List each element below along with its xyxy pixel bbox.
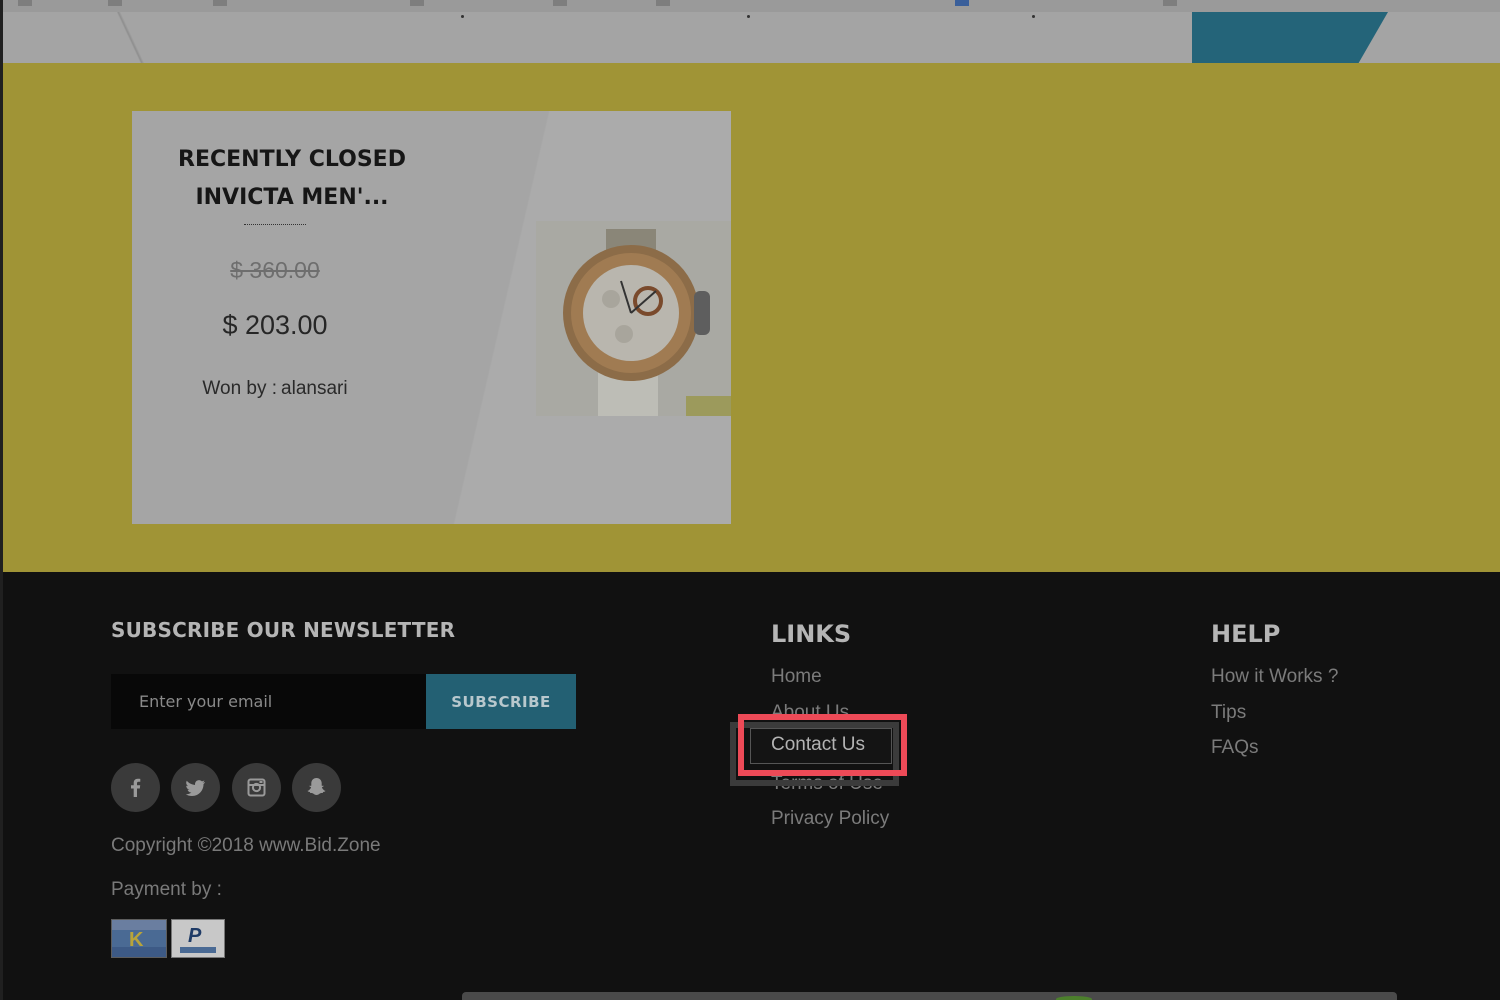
title-divider [244, 224, 306, 225]
newsletter-email-input[interactable] [111, 674, 427, 729]
knet-logo: K [111, 919, 167, 958]
nav-dot [461, 15, 464, 18]
header-accent-block [1192, 12, 1388, 63]
bookmark-icon[interactable] [1163, 0, 1177, 6]
newsletter-title: SUBSCRIBE OUR NEWSLETTER [111, 618, 456, 642]
paypal-logo: P [171, 919, 225, 958]
instagram-icon[interactable] [232, 763, 281, 812]
auction-card[interactable]: RECENTLY CLOSED INVICTA MEN'... $ 360.00… [132, 111, 731, 524]
nav-dot [1032, 15, 1035, 18]
site-footer: SUBSCRIBE OUR NEWSLETTER SUBSCRIBE Copyr… [3, 572, 1500, 1000]
bookmark-icon[interactable] [656, 0, 670, 6]
header-decoration [100, 12, 160, 63]
original-price: $ 360.00 [230, 257, 320, 283]
bookmark-icon[interactable] [18, 0, 32, 6]
contact-us-link[interactable]: Contact Us [771, 734, 865, 756]
footer-link-home[interactable]: Home [771, 665, 889, 701]
card-title-line: RECENTLY CLOSED [178, 147, 406, 172]
bookmark-icon[interactable] [213, 0, 227, 6]
winner-name: alansari [281, 378, 348, 399]
card-title[interactable]: RECENTLY CLOSED INVICTA MEN'... [162, 141, 422, 217]
twitter-icon[interactable] [171, 763, 220, 812]
header-strip [0, 0, 1500, 63]
recently-closed-section: RECENTLY CLOSED INVICTA MEN'... $ 360.00… [3, 63, 1500, 572]
won-by-label: Won by : [202, 378, 278, 399]
nav-dot [747, 15, 750, 18]
footer-link-tips[interactable]: Tips [1211, 701, 1338, 737]
facebook-icon[interactable] [111, 763, 160, 812]
footer-link-faqs[interactable]: FAQs [1211, 736, 1338, 772]
snapchat-icon[interactable] [292, 763, 341, 812]
bottom-toolbar[interactable] [462, 992, 1397, 1000]
help-list: How it Works ? Tips FAQs [1211, 665, 1338, 772]
links-title: LINKS [771, 620, 852, 648]
bookmark-icon[interactable] [553, 0, 567, 6]
help-title: HELP [1211, 620, 1281, 648]
card-title-line: INVICTA MEN'... [195, 185, 389, 210]
bookmarks-bar [0, 0, 1500, 12]
bookmark-icon[interactable] [955, 0, 969, 6]
bookmark-icon[interactable] [410, 0, 424, 6]
svg-text:K: K [129, 929, 144, 951]
watch-image [536, 221, 731, 416]
footer-link-privacy[interactable]: Privacy Policy [771, 807, 889, 843]
copyright-text: Copyright ©2018 www.Bid.Zone [111, 835, 381, 856]
final-price: $ 203.00 [222, 310, 328, 340]
window-edge [0, 0, 3, 1000]
subscribe-button[interactable]: SUBSCRIBE [426, 674, 576, 729]
svg-text:P: P [188, 925, 202, 947]
product-image[interactable] [536, 221, 731, 416]
footer-link-how-it-works[interactable]: How it Works ? [1211, 665, 1338, 701]
payment-label: Payment by : [111, 879, 222, 900]
winner-line: Won by : alansari [172, 378, 378, 400]
bookmark-icon[interactable] [108, 0, 122, 6]
status-indicator-icon [1056, 996, 1092, 1000]
